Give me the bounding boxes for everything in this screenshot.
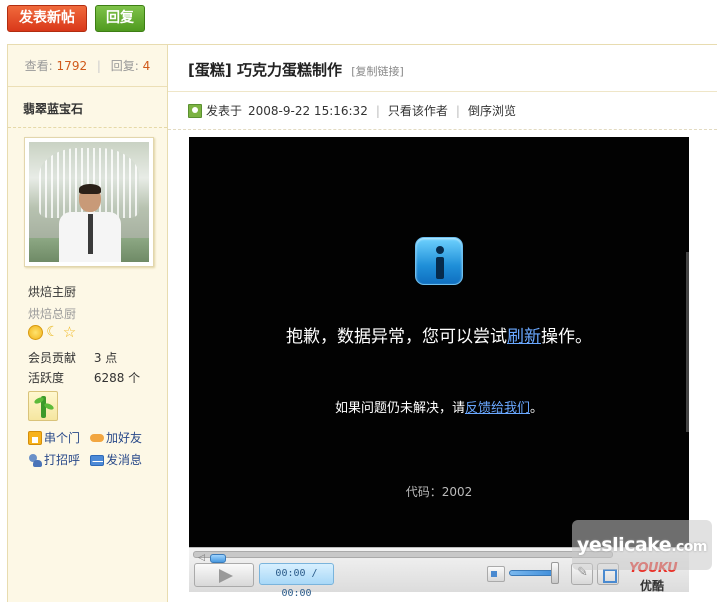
add-friend-label: 加好友 xyxy=(106,431,143,445)
contribution-label: 会员贡献 xyxy=(28,351,77,365)
post-meta: 发表于 2008-9-22 15:16:32 | 只看该作者 | 倒序浏览 xyxy=(188,102,516,119)
play-button[interactable] xyxy=(194,563,254,587)
video-screen[interactable]: 抱歉，数据异常，您可以尝试刷新操作。 如果问题仍未解决，请反馈给我们。 代码：2… xyxy=(189,137,689,547)
author-rank: 烘焙主厨 xyxy=(28,285,77,299)
bamboo-badge-icon[interactable] xyxy=(28,391,58,421)
contribution-value: 3 点 xyxy=(93,351,118,365)
seek-bar[interactable]: ◁ xyxy=(193,551,613,563)
title-divider xyxy=(168,91,717,92)
visit-link[interactable]: 串个门 xyxy=(28,429,80,446)
error-suffix: 操作。 xyxy=(541,327,592,347)
error-help: 如果问题仍未解决，请反馈给我们。 xyxy=(189,397,689,416)
greet-label: 打招呼 xyxy=(44,453,81,467)
handshake-icon xyxy=(90,431,104,445)
author-username[interactable]: 翡翠蓝宝石 xyxy=(23,100,83,117)
sun-icon xyxy=(28,325,43,340)
volume-icon[interactable] xyxy=(487,566,505,582)
info-icon xyxy=(415,237,463,285)
author-only-link[interactable]: 只看该作者 xyxy=(388,102,448,119)
post-content: [蛋糕] 巧克力蛋糕制作 [复制链接] 发表于 2008-9-22 15:16:… xyxy=(168,44,717,602)
help-suffix: 。 xyxy=(530,401,544,416)
help-prefix: 如果问题仍未解决，请 xyxy=(334,401,465,416)
contribution-row: 会员贡献 3 点 xyxy=(28,349,117,366)
error-message: 抱歉，数据异常，您可以尝试刷新操作。 xyxy=(189,322,689,347)
time-display: 00:00 / 00:00 xyxy=(259,563,334,599)
thread-stats: 查看: 1792 | 回复: 4 xyxy=(8,45,167,87)
star-icon: ☆ xyxy=(62,323,77,341)
user-greet-icon xyxy=(28,453,42,467)
views-label: 查看: xyxy=(24,59,53,73)
message-link[interactable]: 发消息 xyxy=(90,451,142,468)
post-title-text: 巧克力蛋糕制作 xyxy=(236,61,342,79)
watermark-main: yeslicake xyxy=(576,534,672,556)
activity-value: 6288 个 xyxy=(93,371,141,385)
error-code: 代码：2002 xyxy=(405,485,473,499)
info-icon-bar xyxy=(436,257,444,279)
activity-label: 活跃度 xyxy=(28,371,65,385)
error-prefix: 抱歉，数据异常，您可以尝试 xyxy=(286,327,507,347)
reply-button[interactable]: 回复 xyxy=(95,5,145,32)
avatar-hair xyxy=(79,184,101,194)
youku-label: 优酷 xyxy=(640,579,665,593)
reverse-view-link[interactable]: 倒序浏览 xyxy=(468,102,516,119)
posted-label: 发表于 xyxy=(206,104,243,118)
avatar-frame[interactable] xyxy=(24,137,154,267)
seek-back-icon: ◁ xyxy=(198,553,205,563)
post-title: [蛋糕] 巧克力蛋糕制作 [复制链接] xyxy=(188,59,404,80)
meta-divider: | xyxy=(455,103,460,118)
username-divider xyxy=(8,127,167,128)
copy-link-button[interactable]: [复制链接] xyxy=(351,65,404,78)
avatar[interactable] xyxy=(29,142,149,262)
replies-label: 回复: xyxy=(110,59,139,73)
meta-divider: | xyxy=(375,103,380,118)
site-watermark: yeslicake.com xyxy=(572,520,712,570)
seek-thumb[interactable] xyxy=(210,554,226,563)
replies-count: 4 xyxy=(142,59,151,73)
author-online-icon xyxy=(188,103,202,118)
post-category[interactable]: [蛋糕] xyxy=(188,61,232,79)
info-icon-dot xyxy=(436,246,444,254)
add-friend-link[interactable]: 加好友 xyxy=(90,429,142,446)
message-label: 发消息 xyxy=(106,453,143,467)
side-scrollbar[interactable] xyxy=(686,252,689,432)
volume-knob[interactable] xyxy=(551,562,559,584)
activity-row: 活跃度 6288 个 xyxy=(28,369,140,386)
new-post-button[interactable]: 发表新帖 xyxy=(7,5,87,32)
watermark-suffix: .com xyxy=(671,539,708,555)
greet-link[interactable]: 打招呼 xyxy=(28,451,80,468)
meta-divider-line xyxy=(168,129,717,130)
author-group: 烘焙总厨 xyxy=(28,307,77,321)
moon-icon: ☾ xyxy=(46,324,59,340)
posted-time: 2008-9-22 15:16:32 xyxy=(248,103,368,118)
home-icon xyxy=(28,430,42,445)
views-count: 1792 xyxy=(56,59,88,73)
refresh-link[interactable]: 刷新 xyxy=(507,327,541,347)
visit-label: 串个门 xyxy=(44,431,81,445)
rank-medals: ☾ ☆ xyxy=(28,325,77,343)
author-sidebar: 查看: 1792 | 回复: 4 翡翠蓝宝石 烘焙主厨 烘焙总厨 ☾ ☆ 会员贡… xyxy=(7,44,168,602)
avatar-tie xyxy=(88,214,93,254)
stats-divider: | xyxy=(96,59,101,73)
top-toolbar: 发表新帖 回复 xyxy=(0,0,717,44)
envelope-icon xyxy=(90,455,104,466)
feedback-link[interactable]: 反馈给我们 xyxy=(465,401,530,416)
